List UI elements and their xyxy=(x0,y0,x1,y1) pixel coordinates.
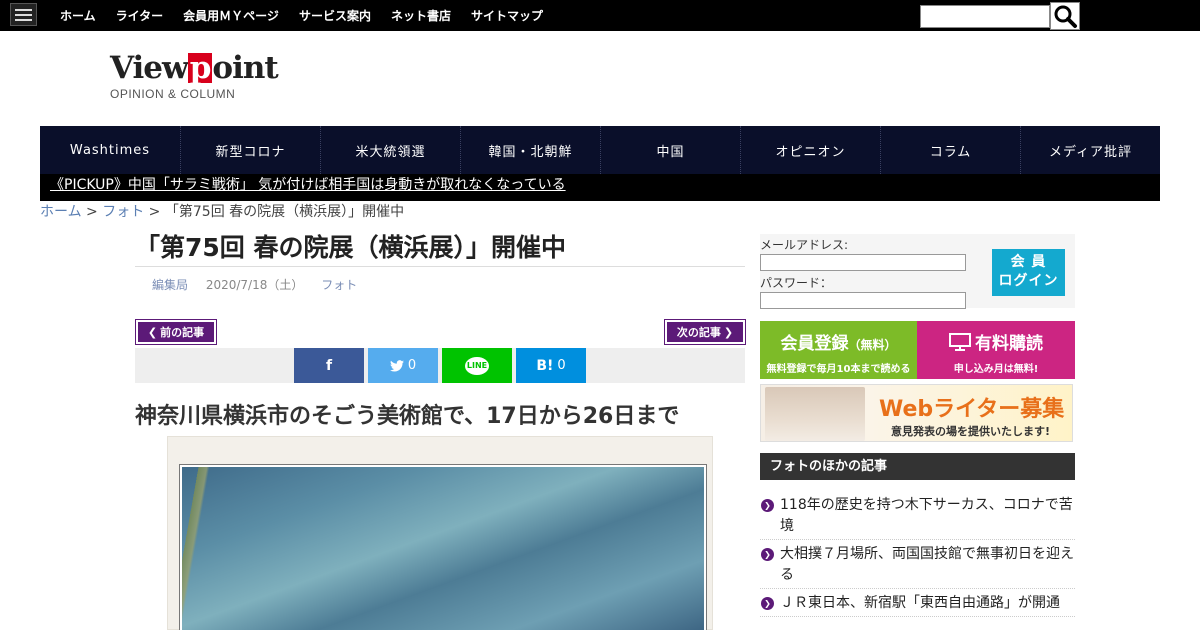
password-label: パスワード： xyxy=(760,276,833,290)
share-bar: f 0 LINE B! 0 xyxy=(135,348,745,383)
article-meta: 編集局 2020/7/18（土） フォト xyxy=(152,276,371,293)
breadcrumb: ホーム > フォト > 「第75回 春の院展（横浜展）」開催中 xyxy=(40,204,405,220)
nav-korea[interactable]: 韓国・北朝鮮 xyxy=(460,126,600,174)
monitor-icon xyxy=(949,333,971,351)
pickup-link[interactable]: 《PICKUP》中国「サラミ戦術」 気が付けば相手国は身動きが取れなくなっている xyxy=(50,177,566,193)
article-title: 「第75回 春の院展（横浜展）」開催中 xyxy=(135,228,745,267)
nav-washtimes[interactable]: Washtimes xyxy=(40,126,180,174)
writer-banner-subtitle: 意見発表の場を提供いたします! xyxy=(891,425,1051,438)
main-nav: Washtimes 新型コロナ 米大統領選 韓国・北朝鮮 中国 オピニオン コラ… xyxy=(40,126,1160,174)
list-item[interactable]: ❯ 大相撲７月場所、両国国技館で無事初日を迎える xyxy=(760,544,1075,589)
login-button[interactable]: 会 員 ログイン xyxy=(992,249,1065,296)
twitter-count: 0 xyxy=(407,358,417,373)
chevron-left-icon: ❮ xyxy=(147,325,158,339)
related-list: ❯ 118年の歴史を持つ木下サーカス、コロナで苦境 ❯ 大相撲７月場所、両国国技館で… xyxy=(760,495,1075,621)
search-icon xyxy=(1054,5,1077,28)
hatena-count: 0 xyxy=(557,358,566,373)
nav-opinion[interactable]: オピニオン xyxy=(740,126,880,174)
writer-photo xyxy=(765,387,865,441)
painting-image xyxy=(182,467,704,630)
article-category[interactable]: フォト xyxy=(321,278,357,292)
share-line-button[interactable]: LINE xyxy=(442,348,512,383)
paid-subscription-banner[interactable]: 有料購読 申し込み月は無料! xyxy=(917,321,1075,379)
related-heading: フォトのほかの記事 xyxy=(760,453,1075,480)
web-writer-banner[interactable]: Webライター募集 意見発表の場を提供いたします! xyxy=(760,384,1073,442)
pickup-ticker: 《PICKUP》中国「サラミ戦術」 気が付けば相手国は身動きが取れなくなっている xyxy=(40,174,1160,201)
member-register-banner[interactable]: 会員登録（無料） 無料登録で毎月10本まで読める xyxy=(760,321,917,379)
facebook-icon: f xyxy=(325,357,333,374)
article-photo xyxy=(167,436,713,630)
twitter-icon xyxy=(389,359,404,371)
breadcrumb-home[interactable]: ホーム xyxy=(40,204,82,220)
top-bar: ホーム ライター 会員用ＭＹページ サービス案内 ネット書店 サイトマップ xyxy=(0,0,1200,31)
list-item[interactable]: ❯ ＪＲ東日本、新宿駅「東西自由通路」が開通 xyxy=(760,593,1075,617)
chevron-right-icon: ❯ xyxy=(761,548,774,561)
top-nav-bookstore[interactable]: ネット書店 xyxy=(391,7,451,24)
chevron-right-icon: ❯ xyxy=(723,325,734,339)
nav-media[interactable]: メディア批評 xyxy=(1020,126,1160,174)
login-form: メールアドレス: パスワード： 会 員 ログイン xyxy=(760,234,1075,309)
chevron-right-icon: ❯ xyxy=(761,597,774,610)
hatena-icon: B! xyxy=(536,357,554,374)
top-nav-writer[interactable]: ライター xyxy=(116,7,164,24)
article-date: 2020/7/18（土） xyxy=(205,278,304,292)
search-input[interactable] xyxy=(920,5,1050,28)
top-nav-home[interactable]: ホーム xyxy=(60,7,96,24)
chevron-right-icon: ❯ xyxy=(761,499,774,512)
share-hatena-button[interactable]: B! 0 xyxy=(516,348,586,383)
email-field[interactable] xyxy=(760,254,966,271)
top-nav-sitemap[interactable]: サイトマップ xyxy=(471,7,543,24)
next-article-button[interactable]: 次の記事 ❯ xyxy=(664,319,746,345)
logo-tagline: OPINION & COLUMN xyxy=(110,87,236,101)
menu-icon[interactable] xyxy=(10,3,37,26)
nav-us-election[interactable]: 米大統領選 xyxy=(320,126,460,174)
list-item[interactable]: ❯ 118年の歴史を持つ木下サーカス、コロナで苦境 xyxy=(760,495,1075,540)
writer-banner-title: Webライター募集 xyxy=(879,397,1065,422)
top-nav: ホーム ライター 会員用ＭＹページ サービス案内 ネット書店 サイトマップ xyxy=(50,0,553,31)
top-nav-service[interactable]: サービス案内 xyxy=(299,7,371,24)
email-label: メールアドレス: xyxy=(760,238,849,252)
password-field[interactable] xyxy=(760,292,966,309)
top-nav-mypage[interactable]: 会員用ＭＹページ xyxy=(183,7,279,24)
article-subtitle: 神奈川県横浜市のそごう美術館で、17日から26日まで xyxy=(135,404,680,429)
site-logo[interactable]: Viewpoint OPINION & COLUMN xyxy=(110,50,279,101)
article-author[interactable]: 編集局 xyxy=(152,278,188,292)
share-twitter-button[interactable]: 0 xyxy=(368,348,438,383)
logo-text: Viewpoint xyxy=(110,50,279,86)
nav-corona[interactable]: 新型コロナ xyxy=(180,126,320,174)
breadcrumb-current: 「第75回 春の院展（横浜展）」開催中 xyxy=(164,204,405,220)
painting-frame xyxy=(179,464,707,630)
share-facebook-button[interactable]: f xyxy=(294,348,364,383)
line-icon: LINE xyxy=(465,356,489,375)
search-button[interactable] xyxy=(1050,2,1080,30)
nav-column[interactable]: コラム xyxy=(880,126,1020,174)
nav-china[interactable]: 中国 xyxy=(600,126,740,174)
breadcrumb-category[interactable]: フォト xyxy=(102,204,144,220)
prev-article-button[interactable]: ❮ 前の記事 xyxy=(135,319,217,345)
